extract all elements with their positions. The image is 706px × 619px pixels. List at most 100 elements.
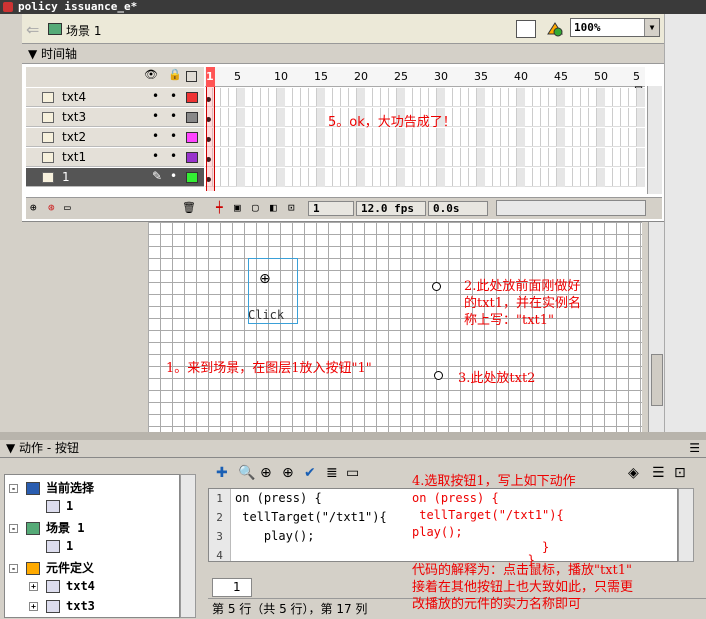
frame-5-marker: [637, 168, 645, 187]
frame-5-marker: [317, 168, 325, 187]
layer-color-swatch[interactable]: [186, 132, 198, 143]
frame-5-marker: [397, 88, 405, 107]
txt1-instance-marker[interactable]: [432, 282, 441, 291]
debug-icon[interactable]: ◈: [628, 465, 639, 481]
panel-options-icon[interactable]: ☰: [689, 440, 700, 457]
frame-5-marker: [557, 168, 565, 187]
frame-number: 40: [514, 70, 528, 83]
layer-color-swatch[interactable]: [186, 172, 198, 183]
edit-multiple-icon[interactable]: ◧: [270, 201, 277, 214]
button-symbol-icon: ⊕: [259, 271, 271, 287]
lock-dot[interactable]: •: [170, 87, 177, 106]
insert-layer-icon[interactable]: ⊕: [30, 201, 37, 214]
note-3: 3.此处放txt2: [458, 371, 536, 386]
frame-5-marker: [397, 128, 405, 147]
frame-row[interactable]: [205, 168, 645, 187]
help-icon[interactable]: ⊡: [674, 465, 686, 481]
auto-format-icon[interactable]: ≣: [326, 465, 338, 481]
add-guide-icon[interactable]: ⊛: [48, 201, 55, 214]
tree-item[interactable]: 1: [29, 499, 73, 513]
frame-row[interactable]: [205, 148, 645, 167]
layer-color-swatch[interactable]: [186, 152, 198, 163]
edit-scene-icon[interactable]: [544, 20, 566, 38]
view-options-icon[interactable]: ☰: [652, 465, 665, 481]
timeline-scrollbar[interactable]: [647, 86, 662, 194]
tree-item[interactable]: + txt4: [29, 579, 95, 593]
frame-5-marker: [597, 88, 605, 107]
layer-row[interactable]: txt3 • •: [26, 108, 204, 127]
expand-toggle-icon[interactable]: +: [29, 602, 38, 611]
visibility-dot[interactable]: •: [152, 127, 159, 146]
code-hint-icon[interactable]: ▭: [346, 465, 359, 481]
layer-row[interactable]: txt4 • •: [26, 88, 204, 107]
layer-row[interactable]: 1 ✎ •: [26, 168, 204, 187]
lock-dot[interactable]: •: [170, 167, 177, 186]
scene-label: 场景 1: [66, 24, 102, 38]
lock-dot[interactable]: •: [170, 107, 177, 126]
visibility-dot[interactable]: •: [152, 147, 159, 166]
code-line: on (press) {: [235, 491, 322, 505]
frame-5-marker: [477, 128, 485, 147]
txt2-instance-marker[interactable]: [434, 371, 443, 380]
eye-icon[interactable]: 👁: [144, 68, 158, 81]
frame-number: 20: [354, 70, 368, 83]
layer-row[interactable]: txt1 • •: [26, 148, 204, 167]
check-syntax-icon[interactable]: ✔: [304, 465, 316, 481]
onion-outline-icon[interactable]: ▢: [252, 201, 259, 214]
tree-scrollbar[interactable]: [180, 474, 196, 618]
tree-item[interactable]: - 元件定义: [9, 559, 94, 576]
insert-folder-icon[interactable]: ▭: [64, 201, 71, 214]
trash-icon[interactable]: 🗑: [182, 201, 196, 214]
edit-symbols-icon[interactable]: [516, 20, 536, 38]
lock-icon[interactable]: 🔒: [168, 68, 182, 81]
frame-5-marker: [517, 88, 525, 107]
scroll-thumb[interactable]: [651, 354, 663, 406]
visibility-dot[interactable]: •: [152, 107, 159, 126]
tree-item[interactable]: - 当前选择: [9, 479, 94, 496]
center-frame-icon[interactable]: ┿: [216, 201, 223, 214]
tree-item[interactable]: + txt3: [29, 599, 95, 613]
script-tab[interactable]: 1: [212, 578, 252, 597]
frame-5-marker: [317, 128, 325, 147]
layer-color-swatch[interactable]: [186, 92, 198, 103]
find-icon[interactable]: 🔍: [238, 465, 255, 481]
onion-skin-icon[interactable]: ▣: [234, 201, 241, 214]
layer-name: txt2: [62, 130, 87, 144]
stage-scrollbar[interactable]: [648, 222, 664, 432]
expand-toggle-icon[interactable]: +: [29, 582, 38, 591]
layer-row[interactable]: txt2 • •: [26, 128, 204, 147]
frame-row[interactable]: [205, 128, 645, 147]
frame-number: 30: [434, 70, 448, 83]
expand-toggle-icon[interactable]: -: [9, 564, 18, 573]
expand-toggle-icon[interactable]: -: [9, 524, 18, 533]
zoom-select[interactable]: 100% ▼: [570, 18, 660, 37]
tree-item-label: 1: [66, 499, 74, 513]
layer-color-swatch[interactable]: [186, 112, 198, 123]
back-arrow-icon[interactable]: ⇐: [26, 20, 39, 39]
panel-splitter[interactable]: [0, 432, 706, 440]
visibility-dot[interactable]: •: [152, 87, 159, 106]
frames-area[interactable]: 1 51015202530354045505日: [205, 67, 645, 195]
outline-icon[interactable]: [186, 71, 197, 82]
lock-dot[interactable]: •: [170, 127, 177, 146]
target-path-icon[interactable]: ⊕: [282, 465, 294, 481]
actions-panel-header[interactable]: ▼ 动作 - 按钮 ☰: [0, 440, 706, 458]
chevron-down-icon: ▼: [644, 19, 659, 36]
modify-markers-icon[interactable]: ⊡: [288, 201, 295, 214]
playhead[interactable]: [206, 67, 215, 191]
replace-icon[interactable]: ⊕: [260, 465, 272, 481]
code-scrollbar[interactable]: [678, 488, 694, 562]
timeline-panel-header[interactable]: ▼ 时间轴: [22, 44, 664, 64]
frame-5-marker: [557, 128, 565, 147]
tree-node-icon: [46, 600, 60, 613]
frame-5-marker: [477, 108, 485, 127]
lock-dot[interactable]: •: [170, 147, 177, 166]
expand-toggle-icon[interactable]: -: [9, 484, 18, 493]
timeline-h-scrollbar[interactable]: [496, 200, 646, 216]
tree-item[interactable]: - 场景 1: [9, 519, 84, 536]
tree-item[interactable]: 1: [29, 539, 73, 553]
frame-row[interactable]: [205, 88, 645, 107]
frame-5-marker: [397, 168, 405, 187]
add-action-icon[interactable]: ✚: [216, 465, 228, 481]
